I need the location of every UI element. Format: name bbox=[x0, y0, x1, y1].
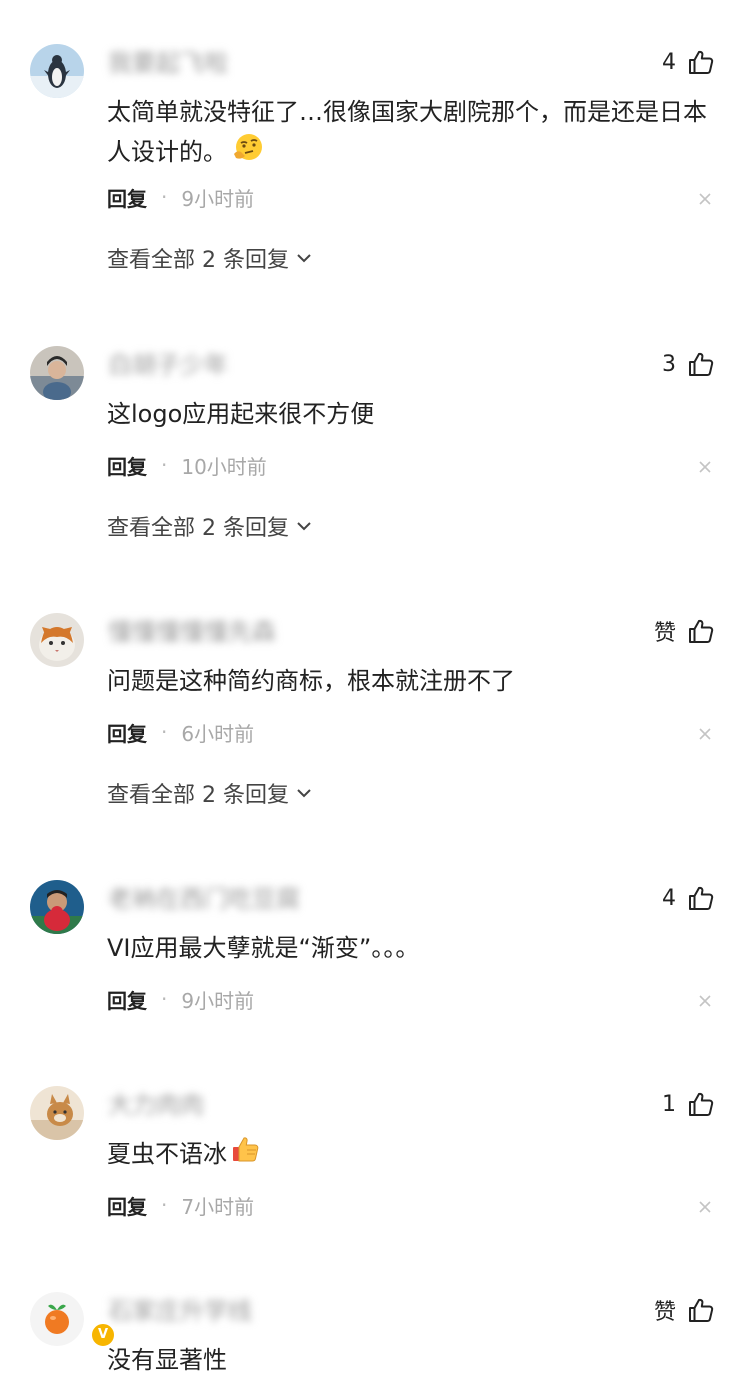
username[interactable]: 大力肉肉 bbox=[108, 1088, 204, 1122]
separator-dot: · bbox=[161, 453, 168, 477]
avatar[interactable] bbox=[30, 613, 84, 667]
timestamp: 10小时前 bbox=[181, 454, 267, 479]
comment-text-body: 夏虫不语冰 bbox=[107, 1140, 227, 1168]
view-replies-label: 查看全部 2 条回复 bbox=[107, 783, 289, 808]
chevron-down-icon bbox=[297, 789, 311, 798]
comment-text: 这logo应用起来很不方便 bbox=[107, 400, 375, 428]
separator-dot: · bbox=[161, 1193, 168, 1217]
close-icon[interactable] bbox=[698, 192, 712, 206]
close-icon[interactable] bbox=[698, 1200, 712, 1214]
timestamp: 6小时前 bbox=[181, 721, 255, 746]
separator-dot: · bbox=[161, 720, 168, 744]
thumbs-up-icon[interactable] bbox=[688, 1091, 714, 1117]
username[interactable]: 懂懂懂懂懂先森 bbox=[108, 615, 276, 649]
username[interactable]: 石家庄升学线 bbox=[108, 1294, 252, 1328]
like-button[interactable]: 4 bbox=[662, 880, 714, 916]
comment-meta: 回复 · 9小时前 bbox=[107, 984, 254, 1014]
avatar[interactable] bbox=[30, 44, 84, 98]
avatar[interactable] bbox=[30, 346, 84, 400]
like-button[interactable]: 4 bbox=[662, 44, 714, 80]
reply-button[interactable]: 回复 bbox=[107, 183, 147, 212]
thumbs-up-emoji-icon bbox=[231, 1134, 261, 1176]
like-count: 1 bbox=[662, 1091, 676, 1117]
like-count: 3 bbox=[662, 351, 676, 377]
comment-meta: 回复 · 7小时前 bbox=[107, 1190, 254, 1220]
chevron-down-icon bbox=[297, 254, 311, 263]
like-count: 赞 bbox=[653, 621, 676, 646]
avatar[interactable] bbox=[30, 880, 84, 934]
timestamp: 9小时前 bbox=[181, 186, 255, 211]
thumbs-up-icon[interactable] bbox=[688, 351, 714, 377]
like-button[interactable]: 1 bbox=[662, 1086, 714, 1122]
comment-meta: 回复 · 6小时前 bbox=[107, 717, 254, 747]
close-icon[interactable] bbox=[698, 460, 712, 474]
comment-meta: 回复 · 10小时前 bbox=[107, 450, 267, 480]
close-icon[interactable] bbox=[698, 994, 712, 1008]
username[interactable]: 老衲在西门吃豆腐 bbox=[108, 882, 300, 916]
avatar[interactable] bbox=[30, 1086, 84, 1140]
view-replies-label: 查看全部 2 条回复 bbox=[107, 516, 289, 541]
like-button[interactable]: 3 bbox=[662, 346, 714, 382]
comment-text: VI应用最大孽就是“渐变”。。。 bbox=[107, 934, 420, 962]
like-button[interactable]: 赞 bbox=[654, 1292, 714, 1328]
reply-button[interactable]: 回复 bbox=[107, 451, 147, 480]
username[interactable]: 我要起飞啦 bbox=[108, 46, 228, 80]
comment-text: 问题是这种简约商标，根本就注册不了 bbox=[107, 667, 515, 695]
chevron-down-icon bbox=[297, 522, 311, 531]
reply-button[interactable]: 回复 bbox=[107, 985, 147, 1014]
comment-text-body: 太简单就没特征了…很像国家大剧院那个，而是还是日本人设计的。 bbox=[107, 98, 707, 166]
close-icon[interactable] bbox=[698, 727, 712, 741]
timestamp: 9小时前 bbox=[181, 988, 255, 1013]
comment-meta: 回复 · 9小时前 bbox=[107, 182, 254, 212]
like-count: 4 bbox=[662, 49, 676, 75]
thumbs-up-icon[interactable] bbox=[688, 885, 714, 911]
thumbs-up-icon[interactable] bbox=[688, 49, 714, 75]
comment-text: 没有显著性 bbox=[107, 1346, 227, 1374]
reply-button[interactable]: 回复 bbox=[107, 1191, 147, 1220]
like-button[interactable]: 赞 bbox=[654, 613, 714, 649]
like-count: 4 bbox=[662, 885, 676, 911]
comment-text: 夏虫不语冰 bbox=[107, 1134, 710, 1176]
view-replies-label: 查看全部 2 条回复 bbox=[107, 248, 289, 273]
username[interactable]: 白胡子少年 bbox=[108, 348, 228, 382]
view-all-replies-button[interactable]: 查看全部 2 条回复 bbox=[107, 240, 313, 276]
view-all-replies-button[interactable]: 查看全部 2 条回复 bbox=[107, 775, 313, 811]
thumbs-up-icon[interactable] bbox=[688, 1297, 714, 1323]
reply-button[interactable]: 回复 bbox=[107, 718, 147, 747]
avatar[interactable]: V bbox=[30, 1292, 116, 1348]
timestamp: 7小时前 bbox=[181, 1194, 255, 1219]
like-count: 赞 bbox=[653, 1300, 676, 1325]
separator-dot: · bbox=[161, 987, 168, 1011]
separator-dot: · bbox=[161, 185, 168, 209]
comment-text: 太简单就没特征了…很像国家大剧院那个，而是还是日本人设计的。 bbox=[107, 92, 710, 174]
view-all-replies-button[interactable]: 查看全部 2 条回复 bbox=[107, 508, 313, 544]
thumbs-up-icon[interactable] bbox=[688, 618, 714, 644]
thinking-face-icon bbox=[231, 132, 265, 174]
